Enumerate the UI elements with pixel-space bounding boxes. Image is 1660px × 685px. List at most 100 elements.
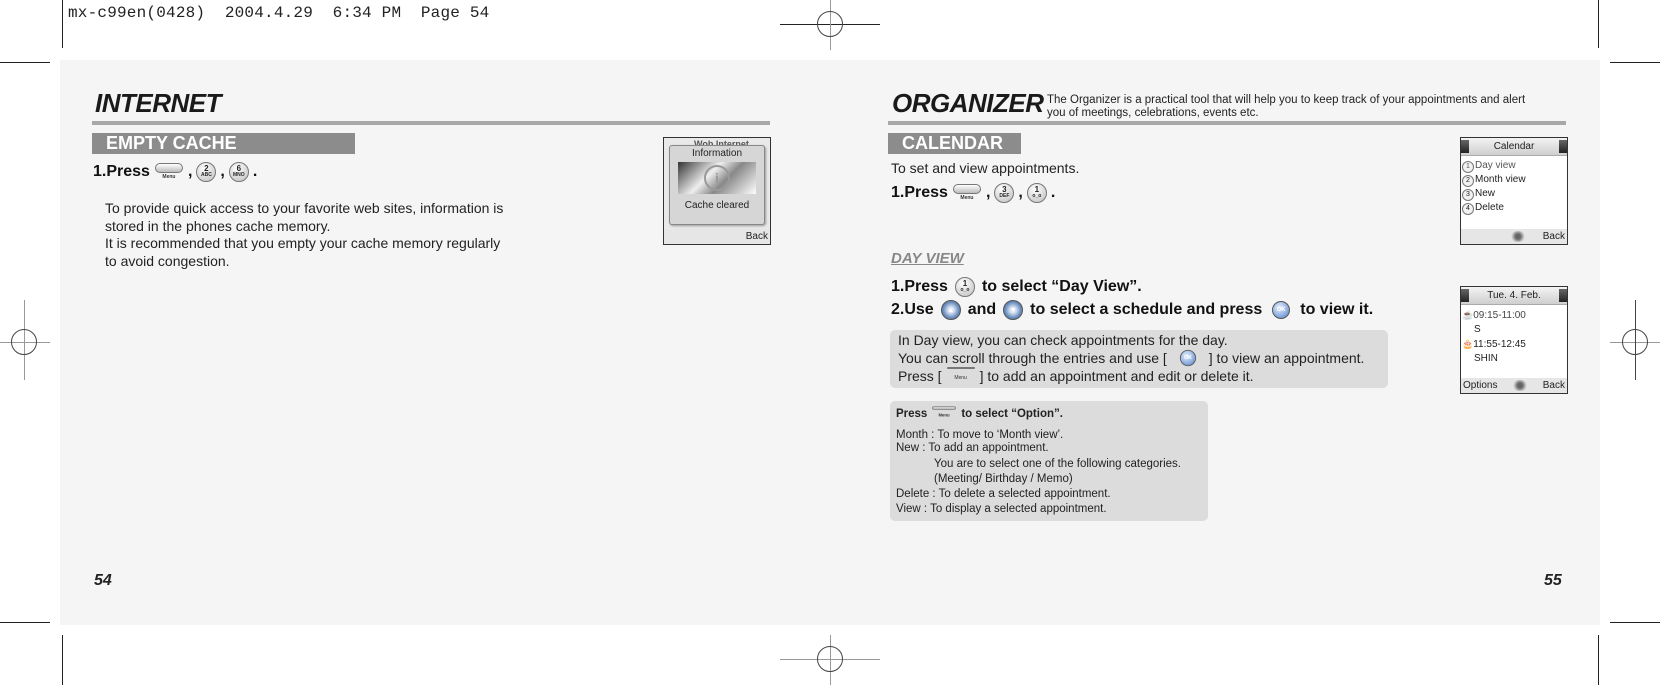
information-icon: i	[678, 162, 756, 194]
menu-item-new[interactable]: 3 New	[1462, 187, 1566, 201]
intro-line: The Organizer is a practical tool that w…	[1047, 94, 1526, 106]
menu-key-icon: Menu	[952, 184, 982, 202]
terminator: .	[1050, 184, 1056, 201]
crop-mark	[1610, 622, 1660, 623]
ok-key-icon: OK	[1272, 301, 1291, 319]
softkey-bar: Back	[1461, 229, 1567, 244]
softkey-bar: Options Back	[1461, 378, 1567, 393]
softkey-back[interactable]: Back	[746, 231, 768, 242]
appointment-entry[interactable]: ☕09:15-11:00 S	[1462, 308, 1566, 337]
info-line: Press [ Menu ] to add an appointment and…	[898, 367, 1254, 385]
description-line: to avoid congestion.	[105, 252, 230, 269]
registration-circle-icon	[11, 329, 37, 355]
softkey-back[interactable]: Back	[1543, 380, 1565, 391]
crop-mark	[1610, 62, 1660, 63]
section-heading-calendar: CALENDAR	[888, 133, 1021, 154]
option-line-delete: Delete : To delete a selected appointmen…	[896, 488, 1111, 500]
appointment-entry[interactable]: 🎂11:55-12:45 SHIN	[1462, 337, 1566, 366]
screen-title: Calendar	[1493, 141, 1535, 152]
organizer-intro: The Organizer is a practical tool that w…	[1047, 94, 1567, 119]
step-text: to select a schedule and press	[1030, 301, 1263, 318]
step-suffix: to select “Day View”.	[981, 278, 1142, 295]
popup-title: Information	[691, 148, 743, 159]
option-detail-line: (Meeting/ Birthday / Memo)	[934, 473, 1073, 485]
screen-title: Tue. 4. Feb.	[1487, 290, 1541, 301]
title-rule	[888, 121, 1566, 125]
softkey-options[interactable]: Options	[1463, 380, 1497, 391]
crop-mark	[1598, 635, 1599, 685]
step-prefix: 1.Press	[891, 278, 948, 295]
key-1-icon: 1 o_o	[954, 277, 975, 297]
menu-item-month-view[interactable]: 2 Month view	[1462, 173, 1566, 187]
registration-circle-icon	[1622, 329, 1648, 355]
step-suffix: to view it.	[1300, 301, 1374, 318]
empty-cache-description: To provide quick access to your favorite…	[105, 200, 545, 270]
nav-up-key-icon: ▲	[940, 300, 961, 320]
key-1-icon: 1 o_o	[1026, 183, 1047, 203]
crop-mark	[1598, 0, 1599, 48]
phone-screen-cache-cleared: Wob Internet Information i Cache cleared…	[663, 137, 771, 245]
step-text: and	[967, 301, 997, 318]
option-line-view: View : To display a selected appointment…	[896, 503, 1107, 515]
phone-screen-day-view: Tue. 4. Feb. ☕09:15-11:00 S 🎂11:55-12:45…	[1460, 286, 1568, 394]
key-2-icon: 2 ABC	[196, 162, 217, 182]
ok-key-icon: OK	[1179, 349, 1196, 367]
phone-screen-calendar-menu: Calendar 1 Day view 2 Month view 3 New 4 Del…	[1460, 137, 1568, 245]
step-1-empty-cache: 1.Press Menu , 2 ABC , 6 MNO .	[93, 162, 257, 182]
key-3-icon: 3 DEF	[994, 183, 1015, 203]
screen-header: Calendar	[1461, 138, 1567, 156]
option-box-heading: Press Menu to select “Option”.	[896, 405, 1202, 423]
birthday-icon: 🎂	[1462, 339, 1474, 349]
info-line: You can scroll through the entries and u…	[898, 349, 1365, 367]
print-slug: mx-c99en(0428) 2004.4.29 6:34 PM Page 54	[68, 4, 490, 22]
step-prefix: 1.Press	[93, 163, 150, 180]
softkey-bar: Back	[664, 229, 770, 244]
separator: ,	[220, 163, 225, 180]
step-1-calendar: 1.Press Menu , 3 DEF , 1 o_o .	[891, 183, 1055, 203]
appointment-list: ☕09:15-11:00 S 🎂11:55-12:45 SHIN	[1461, 305, 1567, 369]
navigation-arrows-icon	[1509, 231, 1526, 242]
option-line-month: Month : To move to ‘Month view’.	[896, 429, 1064, 441]
description-line: stored in the phones cache memory.	[105, 217, 331, 234]
description-line: To provide quick access to your favorite…	[105, 200, 504, 216]
section-heading-empty-cache: EMPTY CACHE	[92, 133, 355, 154]
menu-key-icon: Menu	[946, 367, 976, 385]
menu-item-delete[interactable]: 4 Delete	[1462, 201, 1566, 215]
registration-circle-icon	[817, 11, 843, 37]
calendar-description: To set and view appointments.	[891, 160, 1080, 176]
day-view-step-2: 2.Use ▲ and ▼ to select a schedule and p…	[891, 300, 1373, 320]
separator: ,	[1018, 184, 1023, 201]
day-view-step-1: 1.Press 1 o_o to select “Day View”.	[891, 277, 1142, 297]
crop-mark	[0, 62, 50, 63]
title-rule	[92, 121, 770, 125]
menu-key-icon: Menu	[154, 163, 184, 181]
navigation-arrows-icon	[1512, 380, 1529, 391]
registration-circle-icon	[817, 646, 843, 672]
option-new-detail: You are to select one of the following c…	[896, 457, 1202, 487]
calendar-menu-list: 1 Day view 2 Month view 3 New 4 Delete	[1461, 156, 1567, 218]
screen-header: Tue. 4. Feb.	[1461, 287, 1567, 305]
intro-line: you of meetings, celebrations, events et…	[1047, 106, 1259, 119]
cache-cleared-message: Cache cleared	[684, 200, 750, 211]
step-prefix: 2.Use	[891, 301, 934, 318]
option-info-box: Press Menu to select “Option”. Month : T…	[890, 401, 1208, 521]
crop-mark	[62, 0, 63, 48]
softkey-back[interactable]: Back	[1543, 231, 1565, 242]
page-number-right: 55	[1544, 572, 1562, 589]
subsection-heading-day-view: DAY VIEW	[891, 250, 964, 267]
crop-mark	[0, 622, 50, 623]
meeting-icon: ☕	[1462, 310, 1474, 320]
crop-mark	[62, 635, 63, 685]
page-number-left: 54	[94, 572, 112, 589]
menu-key-icon: Menu	[932, 406, 958, 421]
description-line: It is recommended that you empty your ca…	[105, 235, 501, 251]
option-detail-line: You are to select one of the following c…	[934, 458, 1181, 470]
page-title-internet: INTERNET	[95, 88, 222, 118]
page-title-organizer: ORGANIZER	[892, 88, 1044, 118]
info-line: In Day view, you can check appointments …	[898, 332, 1228, 348]
information-popup: Information i Cache cleared	[669, 145, 765, 225]
option-line-new: New : To add an appointment.	[896, 442, 1049, 454]
terminator: .	[252, 163, 258, 180]
key-6-icon: 6 MNO	[228, 162, 249, 182]
menu-item-day-view[interactable]: 1 Day view	[1462, 159, 1566, 173]
